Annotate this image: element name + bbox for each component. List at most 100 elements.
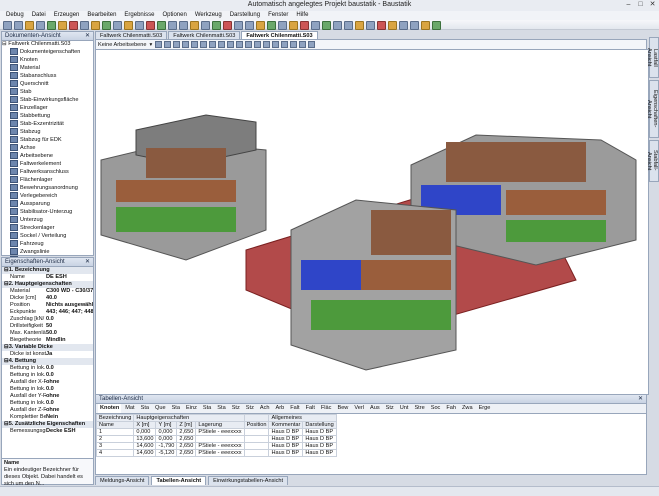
close-icon[interactable]: ✕	[85, 258, 90, 266]
column-header[interactable]: Z [m]	[176, 421, 197, 429]
table-cell[interactable]: 0,000	[155, 428, 178, 436]
tree-item[interactable]: Achse	[2, 143, 93, 152]
table-cell[interactable]: PStiele - eeexxxx	[195, 442, 245, 450]
column-header[interactable]: Name	[95, 421, 135, 429]
view-tool-icon[interactable]	[227, 41, 235, 48]
table-cell[interactable]: -5,120	[155, 449, 178, 457]
table-tab[interactable]: Unt	[398, 404, 411, 413]
table-cell[interactable]: 1	[95, 428, 135, 436]
tree-item[interactable]: Stabbettung	[2, 111, 93, 120]
tree-item[interactable]: Knoten	[2, 55, 93, 64]
table-tab[interactable]: Stre	[412, 404, 426, 413]
tree-item[interactable]: Stab-Exzentrizität	[2, 119, 93, 128]
toolbar-button-icon[interactable]	[333, 21, 342, 30]
toolbar-button-icon[interactable]	[300, 21, 309, 30]
toolbar-button-icon[interactable]	[234, 21, 243, 30]
table-tab[interactable]: Fläc	[319, 404, 334, 413]
table-tab[interactable]: Verl	[352, 404, 366, 413]
property-row[interactable]: Bettung in lok. 0.0	[2, 365, 93, 372]
property-value[interactable]: ohne	[46, 379, 93, 386]
table-tab[interactable]: Sta	[139, 404, 151, 413]
tree-item[interactable]: Sockel / Verteilung	[2, 231, 93, 240]
property-value[interactable]: 40.0	[46, 295, 93, 302]
table-cell[interactable]: Haus D BP	[302, 435, 337, 443]
tree-item[interactable]: Bewehrungsanordnung	[2, 183, 93, 192]
toolbar-button-icon[interactable]	[421, 21, 430, 30]
menu-optionen[interactable]: Optionen	[162, 11, 186, 20]
toolbar-button-icon[interactable]	[432, 21, 441, 30]
tab-stabfall[interactable]: Stabfall-Ansicht	[646, 139, 659, 182]
property-row[interactable]: Dicke ist konst Ja	[2, 351, 93, 358]
property-value[interactable]: ohne	[46, 407, 93, 414]
property-section[interactable]: ⊟ 3. Variable Dicke	[2, 344, 93, 351]
tree-item[interactable]: Arbeitsebene	[2, 151, 93, 160]
table-tab[interactable]: Fah	[444, 404, 458, 413]
property-value[interactable]: 50	[46, 323, 93, 330]
toolbar-button-icon[interactable]	[289, 21, 298, 30]
model-canvas[interactable]	[95, 49, 649, 395]
close-icon[interactable]: ✕	[85, 32, 90, 40]
column-header[interactable]: X [m]	[133, 421, 157, 429]
toolbar-button-icon[interactable]	[344, 21, 353, 30]
table-cell[interactable]: -1,790	[155, 442, 178, 450]
table-tab[interactable]: Einz	[184, 404, 199, 413]
toolbar-button-icon[interactable]	[366, 21, 375, 30]
table-cell[interactable]: 2,650	[176, 435, 197, 443]
table-tab[interactable]: Sta	[201, 404, 213, 413]
toolbar-button-icon[interactable]	[168, 21, 177, 30]
toolbar-button-icon[interactable]	[245, 21, 254, 30]
menu-darstellung[interactable]: Darstellung	[230, 11, 260, 20]
toolbar-button-icon[interactable]	[190, 21, 199, 30]
maximize-icon[interactable]: □	[636, 1, 645, 9]
property-row[interactable]: Komplettier Be Nein	[2, 414, 93, 421]
table-tab[interactable]: Falt	[304, 404, 317, 413]
table-cell[interactable]	[243, 435, 270, 443]
menu-hilfe[interactable]: Hilfe	[296, 11, 308, 20]
tree-item[interactable]: Aussparung	[2, 199, 93, 208]
table-tab[interactable]: Stz	[384, 404, 396, 413]
property-value[interactable]: ohne	[46, 393, 93, 400]
table-tab[interactable]: Falt	[288, 404, 301, 413]
toolbar-button-icon[interactable]	[102, 21, 111, 30]
view-tool-icon[interactable]	[263, 41, 271, 48]
view-tool-icon[interactable]	[164, 41, 172, 48]
table-cell[interactable]: 2,650	[176, 428, 197, 436]
tab-tabellen[interactable]: Tabellen-Ansicht	[151, 476, 207, 485]
table-tab[interactable]: Mat	[123, 404, 136, 413]
tree-item[interactable]: Stab-Einwirkungsfläche	[2, 95, 93, 104]
toolbar-button-icon[interactable]	[322, 21, 331, 30]
property-row[interactable]: Zuschlag [kN/0.0	[2, 316, 93, 323]
view-tool-icon[interactable]	[218, 41, 226, 48]
table-tab[interactable]: Zwa	[460, 404, 475, 413]
view-tool-icon[interactable]	[209, 41, 217, 48]
table-cell[interactable]: Haus D BP	[302, 442, 337, 450]
table-cell[interactable]: 14,600	[133, 442, 157, 450]
property-row[interactable]: Bettung in lok. 0.0	[2, 372, 93, 379]
table-tab[interactable]: Soc	[429, 404, 443, 413]
toolbar-button-icon[interactable]	[146, 21, 155, 30]
view-tool-icon[interactable]	[245, 41, 253, 48]
table-cell[interactable]: 3	[95, 442, 135, 450]
toolbar-button-icon[interactable]	[47, 21, 56, 30]
table-cell[interactable]: Haus D BP	[268, 435, 304, 443]
table-row[interactable]: 4 14,600 -5,120 2,650 PStiele - eeexxxx Haus …	[95, 449, 337, 457]
table-cell[interactable]	[243, 442, 270, 450]
column-header[interactable]: Lagerung	[195, 421, 245, 429]
view-tool-icon[interactable]	[173, 41, 181, 48]
toolbar-button-icon[interactable]	[278, 21, 287, 30]
view-tool-icon[interactable]	[200, 41, 208, 48]
tab-view-3[interactable]: Faltwerk Chilenmatti.S03	[241, 31, 318, 39]
tree-item[interactable]: Flächenlager	[2, 175, 93, 184]
property-value[interactable]: Nein	[46, 414, 93, 421]
menu-erzeugen[interactable]: Erzeugen	[54, 11, 80, 20]
toolbar-button-icon[interactable]	[36, 21, 45, 30]
property-section[interactable]: ⊟ 2. Hauptgeigenschaften	[2, 281, 93, 288]
view-tool-icon[interactable]	[236, 41, 244, 48]
table-tab[interactable]: Stz	[230, 404, 242, 413]
toolbar-button-icon[interactable]	[267, 21, 276, 30]
toolbar-button-icon[interactable]	[201, 21, 210, 30]
menu-fenster[interactable]: Fenster	[268, 11, 288, 20]
menu-debug[interactable]: Debug	[6, 11, 24, 20]
tree-item[interactable]: Streckenlager	[2, 223, 93, 232]
toolbar-button-icon[interactable]	[3, 21, 12, 30]
